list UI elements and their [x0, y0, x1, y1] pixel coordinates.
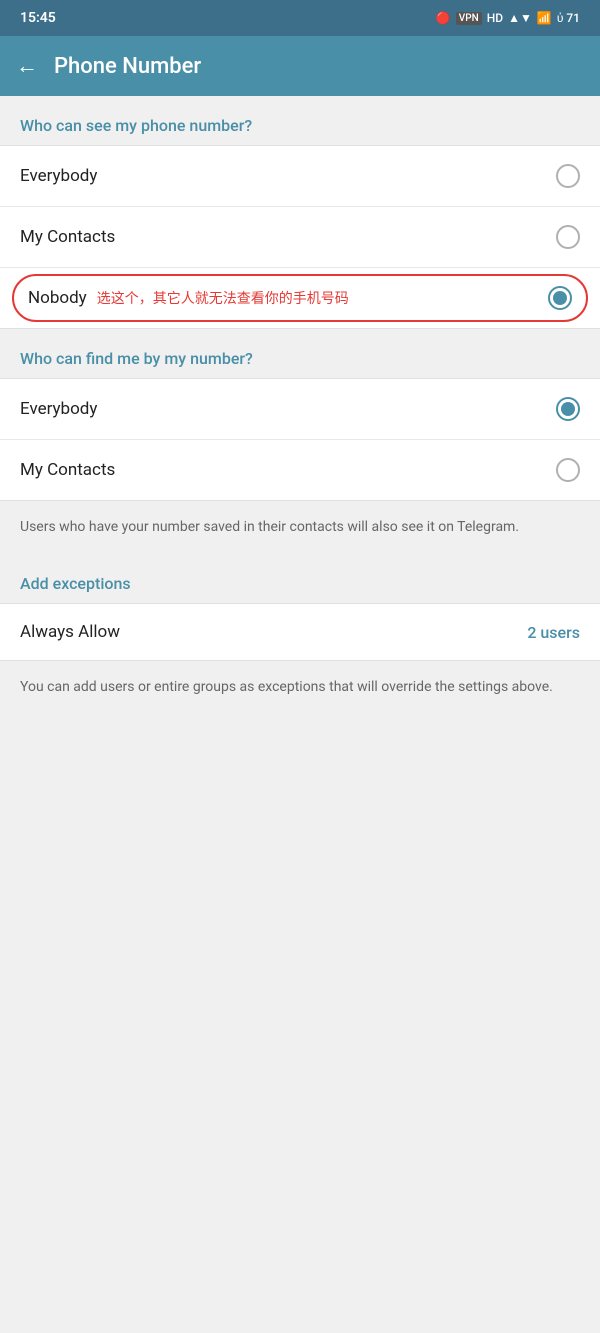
signal-icon: HD — [487, 11, 503, 25]
status-bar: 15:45 🔴 VPN HD ▲▼ 📶 ὐ‌️ 71 — [0, 0, 600, 36]
header: ← Phone Number — [0, 36, 600, 96]
add-exceptions-label[interactable]: Add exceptions — [0, 554, 600, 603]
option-mycontacts2[interactable]: My Contacts — [0, 440, 600, 500]
option-nobody-label: Nobody — [28, 288, 87, 308]
vpn-badge: VPN — [456, 12, 482, 25]
option-nobody-wrapper[interactable]: Nobody 选这个，其它人就无法查看你的手机号码 — [0, 268, 600, 328]
page-title: Phone Number — [54, 54, 201, 79]
option-mycontacts2-label: My Contacts — [20, 460, 115, 480]
back-button[interactable]: ← — [16, 53, 38, 79]
radio-nobody[interactable] — [548, 286, 572, 310]
radio-everybody1[interactable] — [556, 164, 580, 188]
option-mycontacts1-label: My Contacts — [20, 227, 115, 247]
always-allow-row[interactable]: Always Allow 2 users — [0, 603, 600, 661]
section2-label: Who can find me by my number? — [0, 329, 600, 378]
option-everybody2[interactable]: Everybody — [0, 379, 600, 440]
option-everybody1-label: Everybody — [20, 166, 97, 186]
nobody-annotation: 选这个，其它人就无法查看你的手机号码 — [97, 288, 349, 308]
bluetooth-icon: 🔴 — [436, 11, 451, 25]
radio-everybody2[interactable] — [556, 397, 580, 421]
status-icons: 🔴 VPN HD ▲▼ 📶 ὐ‌️ 71 — [436, 11, 580, 25]
option-everybody1[interactable]: Everybody — [0, 146, 600, 207]
section2-info: Users who have your number saved in thei… — [0, 501, 600, 554]
battery-icon: ὐ‌️ 71 — [557, 11, 580, 25]
always-allow-value: 2 users — [527, 623, 580, 642]
option-everybody2-label: Everybody — [20, 399, 97, 419]
always-allow-label: Always Allow — [20, 622, 120, 642]
network-icon: ▲▼ — [508, 11, 532, 25]
radio-mycontacts1[interactable] — [556, 225, 580, 249]
radio-mycontacts2[interactable] — [556, 458, 580, 482]
status-time: 15:45 — [20, 10, 56, 26]
section1-options: Everybody My Contacts Nobody 选这个，其它人就无法查… — [0, 145, 600, 329]
section2-options: Everybody My Contacts — [0, 378, 600, 501]
content: Who can see my phone number? Everybody M… — [0, 96, 600, 1014]
wifi-icon: 📶 — [537, 11, 552, 25]
nobody-inner: Nobody 选这个，其它人就无法查看你的手机号码 — [28, 288, 548, 308]
section1-label: Who can see my phone number? — [0, 96, 600, 145]
exceptions-info: You can add users or entire groups as ex… — [0, 661, 600, 714]
bottom-area — [0, 714, 600, 1014]
nobody-oval: Nobody 选这个，其它人就无法查看你的手机号码 — [12, 274, 588, 322]
option-mycontacts1[interactable]: My Contacts — [0, 207, 600, 268]
